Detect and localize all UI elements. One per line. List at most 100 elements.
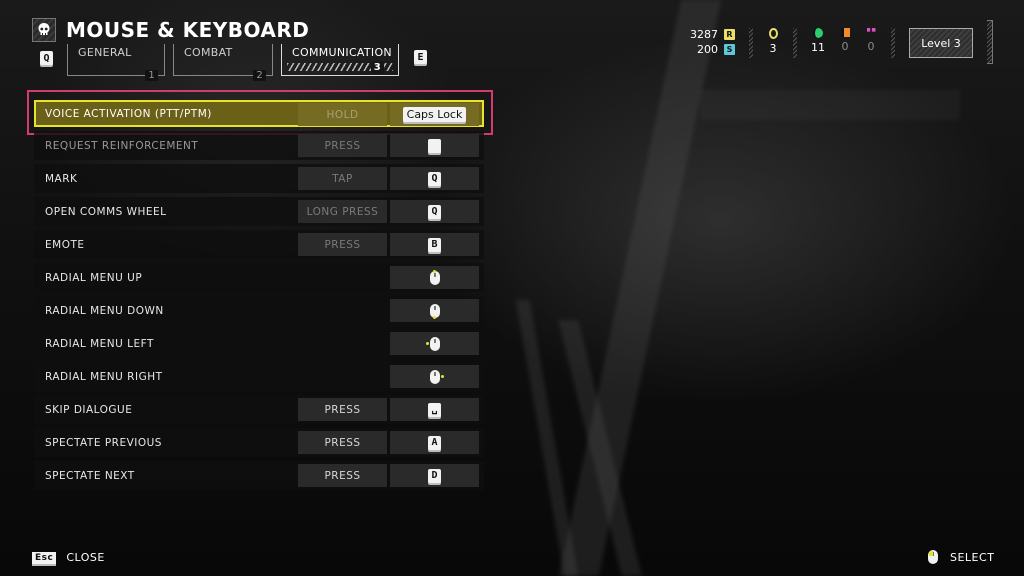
samples-super-value: 0 xyxy=(867,40,875,53)
super-credits-value: 200 xyxy=(697,43,718,56)
binding-row[interactable]: RADIAL MENU DOWN xyxy=(34,296,484,325)
page-title: MOUSE & KEYBOARD xyxy=(66,18,310,42)
binding-mode[interactable]: LONG PRESS xyxy=(298,200,387,223)
close-button[interactable]: Esc CLOSE xyxy=(32,551,105,564)
binding-mode[interactable]: PRESS xyxy=(298,233,387,256)
binding-mode[interactable]: PRESS xyxy=(298,431,387,454)
binding-key-slot[interactable]: Caps Lock xyxy=(390,103,479,126)
binding-key-slot[interactable]: ␣ xyxy=(390,398,479,421)
select-button[interactable]: SELECT xyxy=(928,550,994,564)
tab-general[interactable]: GENERAL 1 xyxy=(67,44,165,81)
binding-action: REQUEST REINFORCEMENT xyxy=(45,139,199,152)
hud-bracket xyxy=(987,20,993,64)
currency-hud: 3287 R 200 S 3 11 0 0 Level 3 xyxy=(690,20,993,64)
tab-communication-number: 3 xyxy=(370,62,384,73)
space-key: ␣ xyxy=(428,402,441,417)
binding-action: MARK xyxy=(45,172,78,185)
page-header: MOUSE & KEYBOARD xyxy=(32,18,309,42)
binding-row[interactable]: SPECTATE PREVIOUS PRESS A xyxy=(34,428,484,457)
keybinding-list: VOICE ACTIVATION (PTT/PTM) HOLD Caps Loc… xyxy=(34,100,484,494)
binding-row[interactable]: RADIAL MENU RIGHT xyxy=(34,362,484,391)
binding-action: RADIAL MENU RIGHT xyxy=(45,370,163,383)
currencies: 3287 R 200 S xyxy=(690,28,735,56)
next-tab-key[interactable]: E xyxy=(414,50,427,64)
samples-super: 0 xyxy=(865,28,877,53)
binding-row[interactable]: SKIP DIALOGUE PRESS ␣ xyxy=(34,395,484,424)
binding-key-slot[interactable] xyxy=(390,266,479,289)
prev-tab-key[interactable]: Q xyxy=(40,51,53,65)
binding-row[interactable]: EMOTE PRESS B xyxy=(34,230,484,259)
binding-row[interactable]: RADIAL MENU UP xyxy=(34,263,484,292)
binding-row[interactable]: RADIAL MENU LEFT xyxy=(34,329,484,358)
super-sample-icon xyxy=(866,28,876,32)
binding-row[interactable]: MARK TAP Q xyxy=(34,164,484,193)
binding-mode[interactable]: HOLD xyxy=(298,103,387,126)
hud-separator xyxy=(749,28,753,58)
mouse-right-icon xyxy=(429,369,444,384)
requisition-value: 3287 xyxy=(690,28,718,41)
binding-key-slot[interactable] xyxy=(390,332,479,355)
a-key: A xyxy=(428,435,441,450)
mouse-left-click-icon xyxy=(928,550,938,564)
hud-separator xyxy=(891,28,895,58)
b-key: B xyxy=(428,237,441,252)
binding-key-slot[interactable] xyxy=(390,365,479,388)
q-key: Q xyxy=(428,204,441,219)
hud-separator xyxy=(793,28,797,58)
binding-action: RADIAL MENU UP xyxy=(45,271,143,284)
tab-combat[interactable]: COMBAT 2 xyxy=(173,44,273,81)
binding-key-slot[interactable]: Q xyxy=(390,200,479,223)
esc-key: Esc xyxy=(32,551,57,564)
common-sample-icon xyxy=(813,28,823,38)
binding-action: RADIAL MENU DOWN xyxy=(45,304,164,317)
q-key: Q xyxy=(428,171,441,186)
binding-action: EMOTE xyxy=(45,238,85,251)
blank-key xyxy=(428,138,441,153)
level-badge: Level 3 xyxy=(909,28,973,58)
medals: 3 xyxy=(767,28,779,55)
binding-action: RADIAL MENU LEFT xyxy=(45,337,154,350)
binding-action: SKIP DIALOGUE xyxy=(45,403,133,416)
binding-action: SPECTATE PREVIOUS xyxy=(45,436,162,449)
binding-key-slot[interactable]: A xyxy=(390,431,479,454)
binding-row[interactable]: OPEN COMMS WHEEL LONG PRESS Q xyxy=(34,197,484,226)
binding-action: OPEN COMMS WHEEL xyxy=(45,205,167,218)
binding-row[interactable]: VOICE ACTIVATION (PTT/PTM) HOLD Caps Loc… xyxy=(34,100,484,127)
tab-communication[interactable]: COMMUNICATION 3 xyxy=(281,44,399,76)
tab-communication-label: COMMUNICATION xyxy=(292,46,392,59)
tab-combat-number: 2 xyxy=(253,70,266,81)
samples-common-value: 11 xyxy=(811,41,825,54)
binding-key-slot[interactable]: D xyxy=(390,464,479,487)
medal-icon xyxy=(768,28,778,39)
binding-key-slot[interactable] xyxy=(390,299,479,322)
medals-value: 3 xyxy=(769,42,777,55)
binding-mode[interactable]: PRESS xyxy=(298,398,387,421)
super-credits-icon: S xyxy=(724,44,735,55)
binding-mode[interactable]: PRESS xyxy=(298,134,387,157)
binding-action: SPECTATE NEXT xyxy=(45,469,135,482)
tab-bar: GENERAL 1 COMBAT 2 COMMUNICATION 3 xyxy=(67,44,399,81)
close-label: CLOSE xyxy=(66,551,105,564)
binding-key-slot[interactable] xyxy=(390,134,479,157)
binding-mode[interactable]: PRESS xyxy=(298,464,387,487)
d-key: D xyxy=(428,468,441,483)
tab-general-label: GENERAL xyxy=(78,46,132,59)
tab-combat-label: COMBAT xyxy=(184,46,233,59)
rare-sample-icon xyxy=(840,28,850,37)
tab-general-number: 1 xyxy=(145,70,158,81)
requisition-icon: R xyxy=(724,29,735,40)
binding-row[interactable]: REQUEST REINFORCEMENT PRESS xyxy=(34,131,484,160)
binding-row[interactable]: SPECTATE NEXT PRESS D xyxy=(34,461,484,490)
caps-lock-key: Caps Lock xyxy=(402,107,467,122)
binding-action: VOICE ACTIVATION (PTT/PTM) xyxy=(45,107,212,120)
mouse-left-icon xyxy=(425,336,440,351)
mouse-up-icon xyxy=(429,269,440,285)
select-label: SELECT xyxy=(950,550,995,564)
binding-key-slot[interactable]: B xyxy=(390,233,479,256)
samples-common: 11 xyxy=(811,28,825,54)
samples-rare: 0 xyxy=(839,28,851,53)
mouse-down-icon xyxy=(429,303,440,319)
binding-key-slot[interactable]: Q xyxy=(390,167,479,190)
skull-icon xyxy=(32,18,56,42)
binding-mode[interactable]: TAP xyxy=(298,167,387,190)
